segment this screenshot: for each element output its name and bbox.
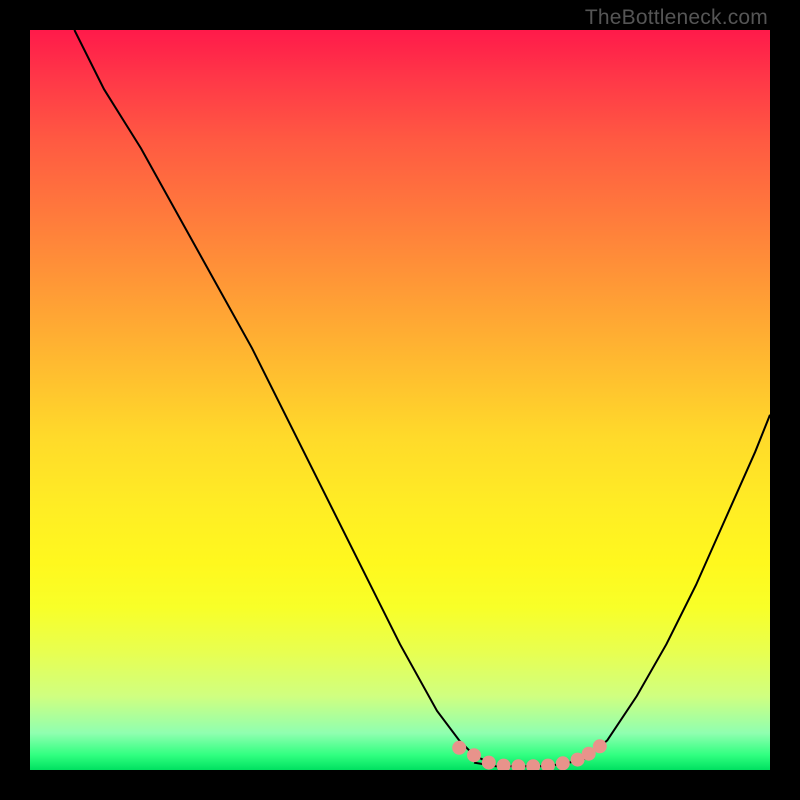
valley-marker (511, 759, 525, 770)
valley-marker (452, 741, 466, 755)
valley-marker (482, 756, 496, 770)
valley-marker (556, 756, 570, 770)
curve-left-branch (74, 30, 488, 763)
valley-marker (497, 759, 511, 770)
valley-marker (467, 748, 481, 762)
watermark-text: TheBottleneck.com (585, 6, 768, 30)
valley-marker (593, 739, 607, 753)
valley-marker (541, 759, 555, 770)
bottleneck-curve-overlay (30, 30, 770, 770)
curve-right-branch (585, 415, 770, 759)
valley-marker-group (452, 739, 607, 770)
valley-marker (526, 759, 540, 770)
